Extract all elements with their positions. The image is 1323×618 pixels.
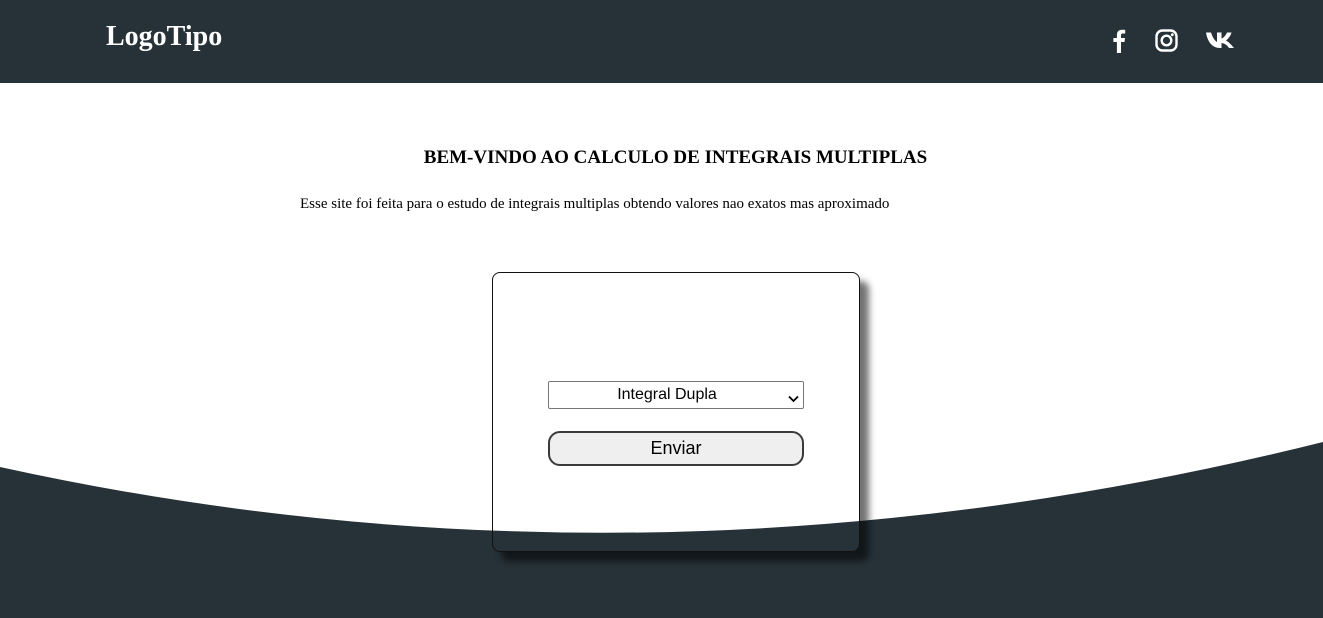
- integral-type-select[interactable]: Integral Dupla: [548, 381, 804, 409]
- page-title: BEM-VINDO AO CALCULO DE INTEGRAIS MULTIP…: [423, 147, 928, 168]
- select-value: Integral Dupla: [617, 386, 717, 403]
- page: LogoTipo BEM-VINDO AO CALCULO DE INTEGRA…: [0, 0, 1323, 618]
- instagram-icon[interactable]: [1154, 24, 1178, 56]
- form-card: [492, 272, 860, 552]
- facebook-icon[interactable]: [1108, 24, 1130, 56]
- submit-button[interactable]: Enviar: [548, 431, 804, 466]
- vk-icon[interactable]: [1205, 24, 1235, 56]
- chevron-down-icon: [788, 390, 799, 408]
- logo[interactable]: LogoTipo: [106, 20, 222, 54]
- page-description: Esse site foi feita para o estudo de int…: [300, 196, 890, 212]
- header: LogoTipo: [0, 0, 1323, 83]
